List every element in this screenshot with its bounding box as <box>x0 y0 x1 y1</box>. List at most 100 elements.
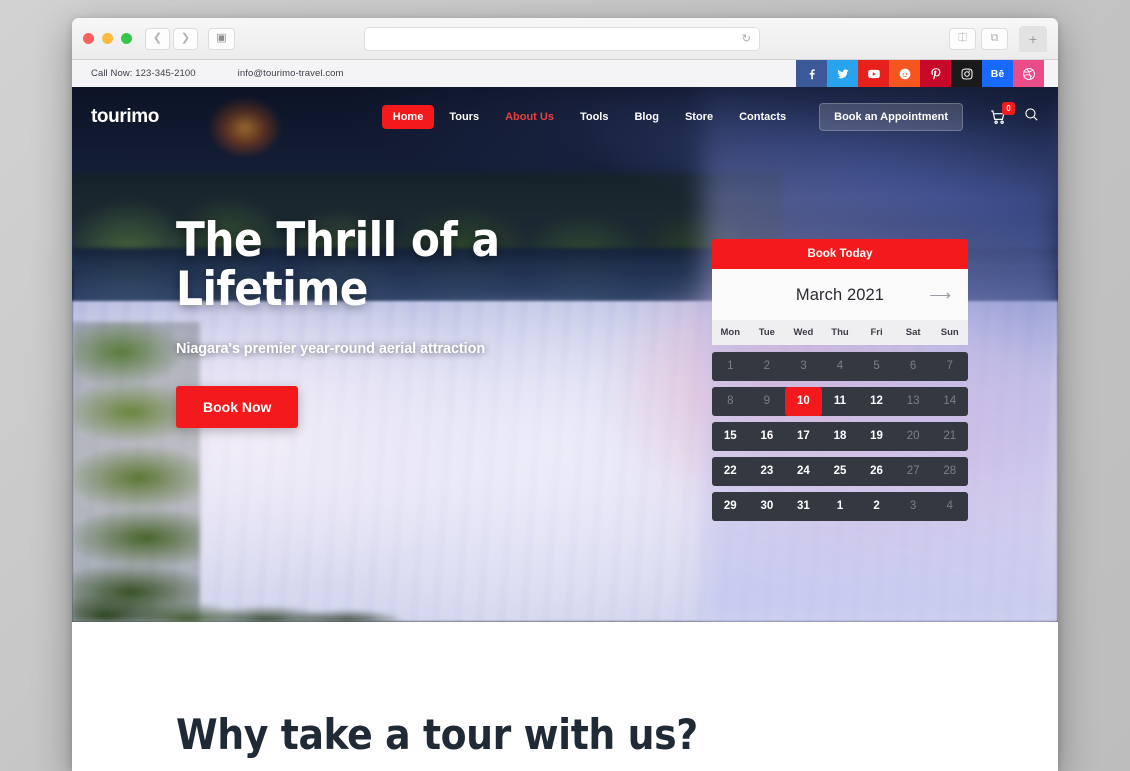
calendar-day-cell[interactable]: 30 <box>749 492 786 521</box>
weekday-fri: Fri <box>870 327 883 338</box>
toolbar-right-group: ⎅ ⧉ + <box>949 25 1047 52</box>
calendar-day-cell: 7 <box>946 360 953 372</box>
weekday-wed: Wed <box>793 327 814 338</box>
forward-button[interactable]: ❯ <box>173 27 198 50</box>
book-now-button[interactable]: Book Now <box>176 385 299 428</box>
calendar-week-row: 22 23 24 25 26 27 28 <box>712 457 968 486</box>
weekday-thu: Thu <box>831 327 849 338</box>
calendar-day-cell[interactable]: 2 <box>858 492 895 521</box>
social-links: Bē <box>796 60 1044 87</box>
calendar-header: March 2021 ⟶ <box>712 269 968 320</box>
sidebar-toggle-icon[interactable]: ▣ <box>208 27 235 50</box>
calendar-weekday-header: Mon Tue Wed Thu Fri Sat Sun <box>712 320 968 345</box>
calendar-day-cell[interactable]: 18 <box>822 422 859 451</box>
calendar-day-cell[interactable]: 29 <box>712 492 749 521</box>
calendar-day-cell[interactable]: 25 <box>822 457 859 486</box>
twitter-icon[interactable] <box>827 60 858 87</box>
nav-item-tools[interactable]: Tools <box>569 105 620 129</box>
calendar-day-cell[interactable]: 17 <box>785 422 822 451</box>
hero-title: The Thrill of a Lifetime <box>176 216 556 317</box>
booking-calendar-widget: Book Today March 2021 ⟶ Mon Tue Wed Thu … <box>712 239 968 521</box>
weekday-sun: Sun <box>940 327 959 338</box>
main-navigation: Home Tours About Us Tools Blog Store Con… <box>381 102 1040 131</box>
calendar-day-cell: 20 <box>906 430 920 442</box>
weekday-mon: Mon <box>720 327 741 338</box>
site-header: tourimo Home Tours About Us Tools Blog S… <box>72 87 1058 147</box>
weekday-sat: Sat <box>905 327 921 338</box>
book-appointment-button[interactable]: Book an Appointment <box>819 103 963 131</box>
shopping-cart-icon[interactable]: 0 <box>989 102 1015 126</box>
weekday-tue: Tue <box>758 327 775 338</box>
tabs-overview-icon[interactable]: ⧉ <box>981 27 1008 50</box>
back-button[interactable]: ❮ <box>145 27 170 50</box>
calendar-banner[interactable]: Book Today <box>712 239 968 269</box>
email-address[interactable]: info@tourimo-travel.com <box>238 68 344 79</box>
youtube-icon[interactable] <box>858 60 889 87</box>
nav-item-home[interactable]: Home <box>381 105 435 129</box>
pinterest-icon[interactable] <box>920 60 951 87</box>
calendar-day-cell[interactable]: 26 <box>858 457 895 486</box>
site-logo[interactable]: tourimo <box>91 106 159 128</box>
calendar-day-grid: 1 2 3 4 5 6 7 8 9 10 11 12 13 14 15 16 17 18 19 20 21 22 23 24 2… <box>712 352 968 521</box>
topbar-contact-group: Call Now: 123-345-2100 info@tourimo-trav… <box>72 68 344 79</box>
dribbble-icon[interactable] <box>1013 60 1044 87</box>
nav-item-contacts[interactable]: Contacts <box>728 105 797 129</box>
hero-section: tourimo Home Tours About Us Tools Blog S… <box>72 87 1058 622</box>
maximize-window-button[interactable] <box>121 33 132 44</box>
close-window-button[interactable] <box>83 33 94 44</box>
share-icon[interactable]: ⎅ <box>949 27 976 50</box>
calendar-day-cell[interactable]: 16 <box>749 422 786 451</box>
calendar-month-label: March 2021 <box>795 286 885 304</box>
calendar-day-cell: 8 <box>727 395 734 407</box>
calendar-week-row: 15 16 17 18 19 20 21 <box>712 422 968 451</box>
calendar-day-cell: 3 <box>800 360 807 372</box>
browser-window: ❮ ❯ ▣ ↻ ⎅ ⧉ + Call Now: 123-345-2100 inf… <box>72 18 1058 771</box>
calendar-day-selected[interactable]: 10 <box>785 387 822 416</box>
window-controls <box>83 33 132 44</box>
calendar-day-cell: 28 <box>943 465 957 477</box>
calendar-day-cell[interactable]: 31 <box>785 492 822 521</box>
search-icon[interactable] <box>1023 106 1040 128</box>
calendar-day-cell: 2 <box>763 360 771 372</box>
new-tab-button[interactable]: + <box>1019 25 1047 52</box>
calendar-day-cell[interactable]: 1 <box>822 492 859 521</box>
nav-item-tours[interactable]: Tours <box>438 105 490 129</box>
header-icon-group: 0 <box>989 102 1040 128</box>
reload-icon[interactable]: ↻ <box>742 32 751 45</box>
calendar-day-cell[interactable]: 11 <box>822 387 859 416</box>
facebook-icon[interactable] <box>796 60 827 87</box>
nav-item-about-us[interactable]: About Us <box>494 105 565 129</box>
behance-icon[interactable]: Bē <box>982 60 1013 87</box>
hero-title-line-2: Lifetime <box>176 261 368 317</box>
calendar-week-row: 8 9 10 11 12 13 14 <box>712 387 968 416</box>
calendar-day-cell: 21 <box>943 430 957 442</box>
site-topbar: Call Now: 123-345-2100 info@tourimo-trav… <box>72 60 1058 87</box>
calendar-day-cell[interactable]: 12 <box>858 387 895 416</box>
minimize-window-button[interactable] <box>102 33 113 44</box>
calendar-day-cell: 4 <box>946 500 953 512</box>
calendar-day-cell: 27 <box>906 465 920 477</box>
calendar-day-cell: 1 <box>727 360 734 372</box>
calendar-week-row: 29 30 31 1 2 3 4 <box>712 492 968 521</box>
phone-number[interactable]: Call Now: 123-345-2100 <box>91 68 196 79</box>
calendar-day-cell: 6 <box>909 360 917 372</box>
reddit-icon[interactable] <box>889 60 920 87</box>
calendar-day-cell[interactable]: 22 <box>712 457 749 486</box>
nav-item-store[interactable]: Store <box>674 105 724 129</box>
why-section-title: Why take a tour with us? <box>176 710 698 759</box>
navigation-buttons: ❮ ❯ <box>145 27 198 50</box>
arrow-right-icon[interactable]: ⟶ <box>929 288 951 303</box>
calendar-day-cell[interactable]: 24 <box>785 457 822 486</box>
instagram-icon[interactable] <box>951 60 982 87</box>
calendar-day-cell[interactable]: 15 <box>712 422 749 451</box>
hero-bottom-foliage <box>72 589 644 622</box>
calendar-day-cell[interactable]: 19 <box>858 422 895 451</box>
browser-toolbar: ❮ ❯ ▣ ↻ ⎅ ⧉ + <box>72 18 1058 60</box>
calendar-day-cell[interactable]: 23 <box>749 457 786 486</box>
nav-item-blog[interactable]: Blog <box>623 105 669 129</box>
hero-title-line-1: The Thrill of a <box>176 213 500 268</box>
address-bar[interactable]: ↻ <box>364 26 760 51</box>
calendar-day-cell: 5 <box>873 360 880 372</box>
calendar-day-cell: 9 <box>763 395 771 407</box>
calendar-day-cell: 13 <box>906 395 920 407</box>
